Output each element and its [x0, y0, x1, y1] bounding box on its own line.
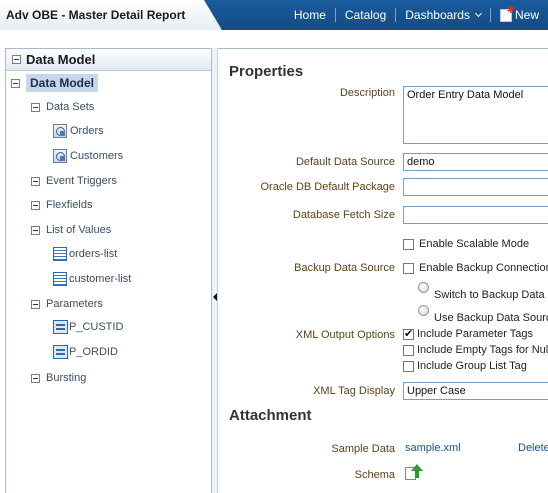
- panel-title: Data Model: [26, 52, 96, 67]
- upload-icon[interactable]: [405, 464, 423, 481]
- collapse-icon[interactable]: [11, 78, 20, 88]
- top-nav: Home Catalog Dashboards New: [285, 0, 548, 30]
- include-empty-tags-label: Include Empty Tags for Null: [417, 344, 548, 356]
- xml-output-label: XML Output Options: [295, 329, 395, 341]
- data-set-icon: [53, 124, 67, 138]
- oracle-pkg-input[interactable]: [403, 178, 548, 196]
- attachment-title: Attachment: [229, 407, 312, 424]
- fetch-size-label: Database Fetch Size: [292, 209, 395, 221]
- enable-backup-label: Enable Backup Connection: [419, 262, 548, 274]
- enable-backup-option[interactable]: Enable Backup Connection: [403, 262, 548, 274]
- header-bar: Adv OBE - Master Detail Report Home Cata…: [0, 0, 548, 30]
- include-group-list-option[interactable]: Include Group List Tag: [403, 360, 527, 372]
- scalable-mode-checkbox[interactable]: [403, 238, 414, 250]
- description-label: Description: [339, 87, 395, 99]
- tree-item-label: Flexfields: [46, 199, 93, 211]
- scalable-mode-label: Enable Scalable Mode: [419, 238, 530, 250]
- tree-item-event-triggers[interactable]: Event Triggers: [31, 172, 117, 190]
- tree-item-customers[interactable]: Customers: [53, 147, 123, 165]
- properties-panel: Properties Description Order Entry Data …: [218, 48, 548, 493]
- tree-item-label: Bursting: [46, 372, 87, 384]
- nav-catalog[interactable]: Catalog: [336, 8, 395, 22]
- tree-item-label: Event Triggers: [46, 175, 117, 187]
- nav-new-label: New: [514, 8, 539, 22]
- fetch-size-input[interactable]: [403, 206, 548, 224]
- tree-item-flexfields[interactable]: Flexfields: [31, 196, 92, 214]
- collapse-icon[interactable]: [31, 102, 40, 112]
- parameter-icon: [53, 345, 68, 359]
- xml-tag-display-label: XML Tag Display: [313, 385, 395, 397]
- description-textarea[interactable]: Order Entry Data Model: [403, 86, 548, 144]
- scalable-mode-option[interactable]: Enable Scalable Mode: [403, 238, 529, 250]
- sample-data-link[interactable]: sample.xml: [405, 442, 461, 454]
- tree-item-label: Orders: [70, 125, 104, 137]
- report-title: Adv OBE - Master Detail Report: [6, 8, 186, 22]
- parameter-icon: [53, 320, 68, 334]
- default-data-source-select[interactable]: demo: [403, 153, 548, 171]
- nav-dashboards[interactable]: Dashboards: [396, 8, 490, 22]
- tree-item-list-of-values[interactable]: List of Values: [31, 221, 111, 239]
- delete-link[interactable]: Delete: [518, 442, 548, 454]
- tree-item-label: List of Values: [46, 224, 112, 236]
- tree-root[interactable]: Data Model: [11, 74, 99, 92]
- tree-item-p-custid[interactable]: P_CUSTID: [53, 318, 123, 336]
- nav-home[interactable]: Home: [285, 8, 335, 22]
- tree-item-orders[interactable]: Orders: [53, 122, 104, 140]
- list-of-values-icon: [53, 247, 67, 261]
- tree-item-data-sets[interactable]: Data Sets: [31, 98, 94, 116]
- properties-title: Properties: [229, 63, 304, 80]
- backup-data-source-label: Backup Data Source: [294, 262, 395, 274]
- oracle-pkg-label: Oracle DB Default Package: [260, 181, 395, 193]
- tree-item-label: P_CUSTID: [69, 321, 124, 333]
- tree-item-label: Parameters: [46, 298, 103, 310]
- collapse-icon[interactable]: [31, 200, 40, 210]
- collapse-icon[interactable]: [31, 225, 40, 235]
- tree-item-customer-list[interactable]: customer-list: [53, 270, 131, 288]
- schema-label: Schema: [354, 469, 395, 481]
- tree-item-label: orders-list: [69, 248, 118, 260]
- tree-root-label: Data Model: [26, 74, 99, 92]
- tree-item-parameters[interactable]: Parameters: [31, 295, 103, 313]
- new-document-icon: [499, 5, 515, 22]
- include-param-tags-label: Include Parameter Tags: [417, 328, 533, 340]
- tree-item-label: P_ORDID: [69, 346, 118, 358]
- collapse-panel-icon[interactable]: [12, 55, 21, 64]
- nav-dashboards-label: Dashboards: [405, 8, 470, 22]
- nav-new[interactable]: New: [491, 5, 548, 22]
- data-model-panel: Data Model Data Model Data Sets Orders C…: [5, 48, 212, 493]
- tree-item-p-ordid[interactable]: P_ORDID: [53, 343, 118, 361]
- enable-backup-checkbox[interactable]: [403, 262, 414, 274]
- report-title-tab: Adv OBE - Master Detail Report: [0, 0, 222, 30]
- tree-item-label: Customers: [70, 150, 124, 162]
- tree-item-bursting[interactable]: Bursting: [31, 369, 86, 387]
- default-data-source-label: Default Data Source: [295, 156, 395, 168]
- arrow-stem: [415, 471, 419, 478]
- tree-item-label: customer-list: [69, 273, 132, 285]
- use-backup-label: Use Backup Data Source: [434, 312, 548, 324]
- xml-tag-display-select[interactable]: Upper Case: [403, 382, 548, 400]
- collapse-icon[interactable]: [31, 176, 40, 186]
- collapse-arrow-icon[interactable]: [213, 293, 217, 301]
- collapse-icon[interactable]: [31, 299, 40, 309]
- use-backup-option[interactable]: Use Backup Data Source: [418, 302, 548, 324]
- arrow-head: [411, 464, 423, 471]
- use-backup-radio[interactable]: [418, 304, 429, 316]
- include-group-list-label: Include Group List Tag: [417, 360, 527, 372]
- chevron-down-icon: [474, 9, 483, 18]
- include-param-tags-checkbox[interactable]: [403, 327, 414, 340]
- collapse-icon[interactable]: [31, 373, 40, 383]
- include-empty-tags-checkbox[interactable]: [403, 344, 414, 356]
- sample-data-label: Sample Data: [331, 443, 395, 455]
- tree-item-orders-list[interactable]: orders-list: [53, 245, 117, 263]
- include-group-list-checkbox[interactable]: [403, 360, 414, 372]
- include-empty-tags-option[interactable]: Include Empty Tags for Null: [403, 344, 548, 356]
- switch-backup-label: Switch to Backup Data: [434, 289, 545, 301]
- panel-header: Data Model: [6, 49, 211, 71]
- switch-backup-radio[interactable]: [418, 281, 429, 293]
- switch-backup-option[interactable]: Switch to Backup Data: [418, 279, 545, 301]
- include-param-tags-option[interactable]: Include Parameter Tags: [403, 327, 533, 340]
- list-of-values-icon: [53, 272, 67, 286]
- tree-item-label: Data Sets: [46, 101, 95, 113]
- data-set-icon: [53, 149, 67, 163]
